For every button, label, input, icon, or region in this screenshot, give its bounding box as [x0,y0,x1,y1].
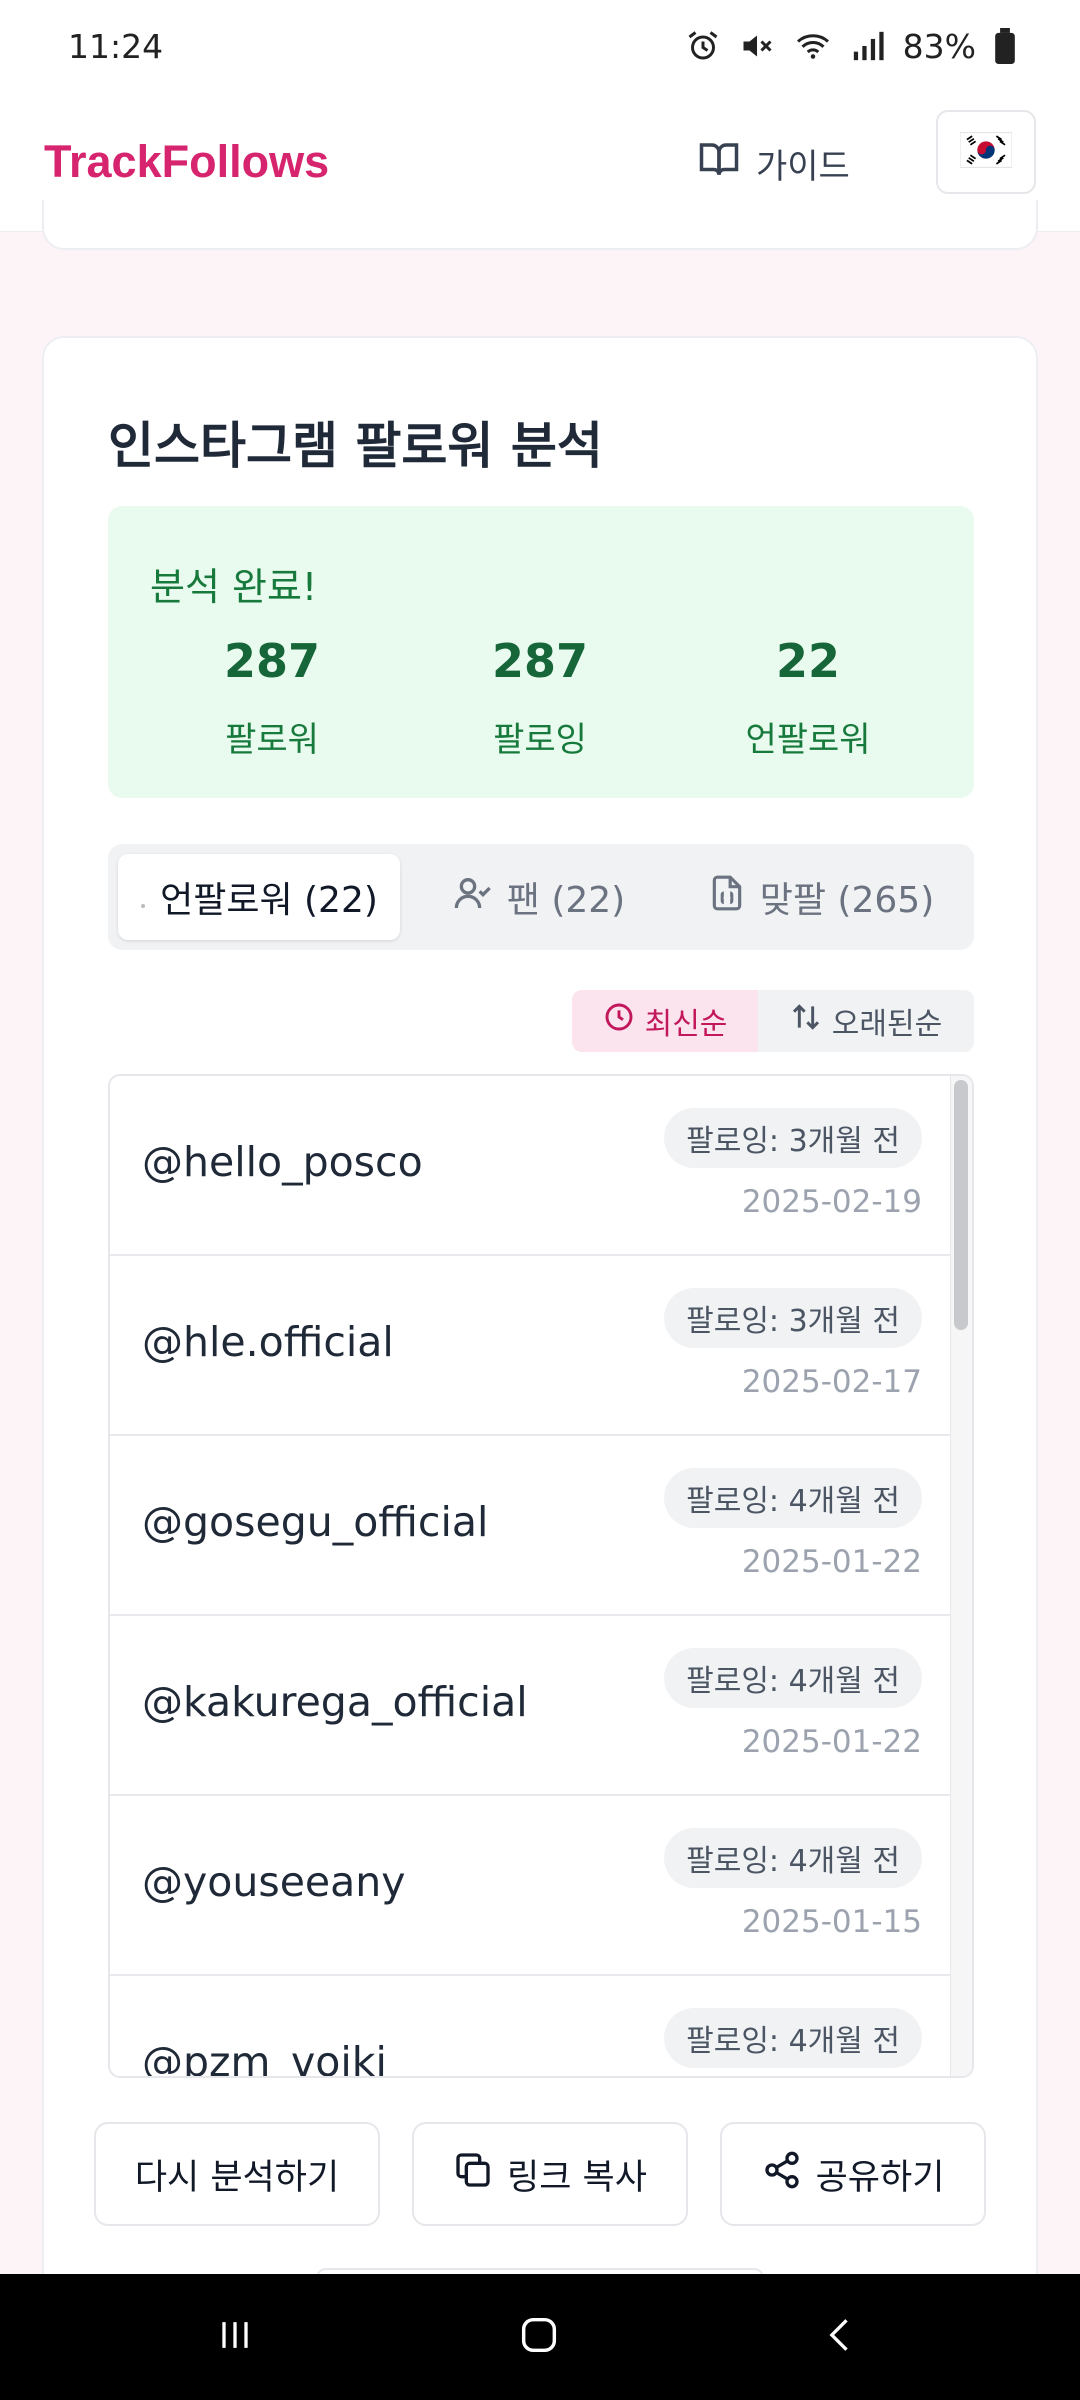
result-summary: 분석 완료! 287 팔로워 287 팔로잉 22 언팔로워 [108,506,974,798]
unfollower-list[interactable]: @hello_posco 팔로잉: 3개월 전 2025-02-19 @hle.… [108,1074,974,2078]
user-check-icon [453,873,493,922]
tab-label: 팬 (22) [506,880,626,921]
share-icon [762,2150,802,2199]
copy-link-label: 링크 복사 [507,2157,647,2198]
stat-label: 언팔로워 [745,720,871,760]
home-icon [516,2312,562,2362]
tab-label: 언팔로워 (22) [160,880,378,921]
list-item[interactable]: @youseeany 팔로잉: 4개월 전 2025-01-15 [110,1796,952,1976]
brand-logo[interactable]: TrackFollows [44,136,329,188]
tab-fans[interactable]: 팬 (22) [408,854,670,940]
back-button[interactable] [806,2304,876,2370]
recent-apps-icon [213,2313,257,2361]
sort-toggle: 최신순 오래된순 [572,990,974,1052]
wifi-icon [793,28,833,64]
guide-link[interactable]: 가이드 [698,128,850,198]
follow-date: 2025-01-22 [741,1724,922,1760]
copy-icon [453,2150,493,2199]
stat-label: 팔로잉 [493,720,587,760]
alarm-icon [685,28,721,64]
follow-duration-badge: 팔로잉: 4개월 전 [664,1828,922,1888]
share-label: 공유하기 [815,2157,945,2198]
copy-link-button[interactable]: 링크 복사 [412,2122,688,2226]
home-button[interactable] [504,2304,574,2370]
username[interactable]: @hello_posco [142,1138,423,1186]
username[interactable]: @youseeany [142,1858,406,1906]
username[interactable]: @pzm_voiki [142,2038,387,2076]
sort-oldest-button[interactable]: 오래된순 [758,990,974,1052]
reanalyze-button[interactable]: 다시 분석하기 [94,2122,380,2226]
list-tabs: 언팔로워 (22) 팬 (22) 맞팔 (265) [108,844,974,950]
list-scrollbar[interactable] [950,1076,972,2076]
follow-date: 2025-01-22 [741,1544,922,1580]
username[interactable]: @kakurega_official [142,1678,528,1726]
guide-label: 가이드 [756,146,850,187]
clock-icon [603,1001,635,1041]
follow-date: 2025-02-17 [741,1364,922,1400]
user-x-icon [140,877,146,918]
status-bar: 11:24 83% [0,0,1080,92]
previous-card-edge [42,200,1038,250]
follow-duration-badge: 팔로잉: 3개월 전 [664,1108,922,1168]
battery-icon [994,28,1016,64]
battery-label: 83% [902,26,976,66]
stat-value: 287 [491,634,589,688]
tab-mutuals[interactable]: 맞팔 (265) [678,854,964,940]
analysis-card: 인스타그램 팔로워 분석 분석 완료! 287 팔로워 287 팔로잉 22 언… [42,336,1038,2400]
tab-unfollowers[interactable]: 언팔로워 (22) [118,854,400,940]
back-icon [819,2313,863,2361]
share-button[interactable]: 공유하기 [720,2122,986,2226]
mute-icon [739,28,775,64]
book-icon [698,138,740,189]
scrollbar-thumb[interactable] [954,1080,968,1330]
list-item[interactable]: @hle.official 팔로잉: 3개월 전 2025-02-17 [110,1256,952,1436]
reanalyze-label: 다시 분석하기 [134,2157,340,2198]
status-time: 11:24 [68,26,164,66]
follow-duration-badge: 팔로잉: 3개월 전 [664,1288,922,1348]
list-item[interactable]: @gosegu_official 팔로잉: 4개월 전 2025-01-22 [110,1436,952,1616]
follow-date: 2025-01-15 [741,1904,922,1940]
signal-icon [851,29,885,63]
stat-followers: 287 팔로워 [162,634,382,761]
recent-apps-button[interactable] [200,2304,270,2370]
korea-flag-icon [959,131,1013,173]
sort-oldest-label: 오래된순 [831,1007,943,1042]
tab-label: 맞팔 (265) [759,880,935,921]
stat-label: 팔로워 [225,720,319,760]
card-title: 인스타그램 팔로워 분석 [108,417,603,475]
follow-date: 2025-02-19 [741,1184,922,1220]
status-icons: 83% [685,27,1016,66]
stat-following: 287 팔로잉 [430,634,650,761]
stat-unfollowers: 22 언팔로워 [698,634,918,761]
follow-duration-badge: 팔로잉: 4개월 전 [664,2008,922,2068]
follow-duration-badge: 팔로잉: 4개월 전 [664,1648,922,1708]
list-item[interactable]: @pzm_voiki 팔로잉: 4개월 전 [110,1976,952,2076]
language-button[interactable] [936,110,1036,194]
system-nav-bar [0,2274,1080,2400]
sort-newest-label: 최신순 [644,1007,728,1042]
sort-newest-button[interactable]: 최신순 [572,990,758,1052]
list-item[interactable]: @hello_posco 팔로잉: 3개월 전 2025-02-19 [110,1076,952,1256]
result-title: 분석 완료! [150,565,318,609]
stat-value: 22 [775,634,840,688]
follow-duration-badge: 팔로잉: 4개월 전 [664,1468,922,1528]
sort-arrows-icon [790,1001,822,1041]
file-json-icon [708,873,746,922]
username[interactable]: @gosegu_official [142,1498,488,1546]
list-item[interactable]: @kakurega_official 팔로잉: 4개월 전 2025-01-22 [110,1616,952,1796]
stat-value: 287 [223,634,321,688]
username[interactable]: @hle.official [142,1318,394,1366]
